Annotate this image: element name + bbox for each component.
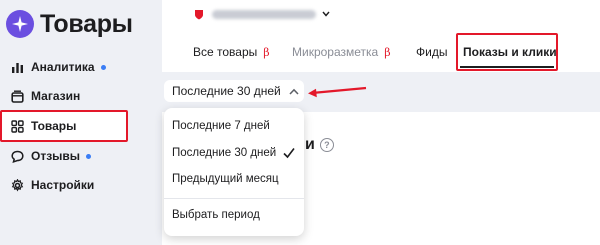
menu-item-label: Предыдущий месяц [172, 173, 279, 185]
star-logo-icon [6, 10, 34, 38]
shop-favicon-icon [195, 9, 203, 19]
shop-name-redacted [212, 9, 316, 19]
section-heading-text: и [305, 136, 315, 153]
section-heading: и ? [305, 136, 334, 154]
app-header: Товары [6, 6, 133, 42]
menu-divider [164, 198, 304, 199]
sidebar-item-label: Отзывы [31, 149, 81, 163]
menu-item-label: Последние 30 дней [172, 147, 277, 159]
chevron-down-icon [322, 11, 330, 17]
sidebar-item-store[interactable]: Магазин [10, 85, 80, 107]
menu-item-label: Последние 7 дней [172, 120, 270, 132]
period-selected-label: Последние 30 дней [172, 84, 281, 98]
chevron-up-icon [289, 88, 299, 95]
beta-badge: β [263, 45, 270, 59]
chat-bubble-icon [10, 149, 24, 163]
tab-impressions-clicks[interactable]: Показы и клики [463, 44, 557, 60]
tab-all-products[interactable]: Все товары β [193, 44, 270, 60]
notification-dot [86, 153, 92, 159]
tab-label: Все товары [193, 45, 258, 59]
grid-icon [10, 119, 24, 133]
sidebar-item-analytics[interactable]: Аналитика [10, 56, 106, 78]
menu-item-label: Выбрать период [172, 209, 260, 221]
help-icon[interactable]: ? [319, 138, 334, 152]
period-dropdown[interactable]: Последние 30 дней [164, 80, 304, 102]
app-title: Товары [40, 9, 133, 38]
beta-badge: β [384, 45, 391, 59]
checkmark-icon [283, 148, 295, 159]
sidebar-item-label: Аналитика [31, 60, 95, 74]
sidebar-item-label: Магазин [31, 89, 81, 103]
menu-item-last-7-days[interactable]: Последние 7 дней [172, 118, 270, 134]
menu-item-previous-month[interactable]: Предыдущий месяц [172, 171, 279, 187]
period-menu: Последние 7 дней Последние 30 дней Преды… [164, 108, 304, 236]
sidebar-item-label: Товары [31, 119, 77, 133]
sidebar-item-products[interactable]: Товары [10, 115, 76, 137]
notification-dot [100, 64, 106, 70]
sidebar-item-settings[interactable]: Настройки [10, 174, 94, 196]
sidebar-item-label: Настройки [31, 178, 95, 192]
bar-chart-icon [10, 60, 24, 74]
tab-label: Показы и клики [463, 45, 557, 59]
menu-item-custom-period[interactable]: Выбрать период [172, 207, 260, 223]
tab-feeds[interactable]: Фиды [416, 44, 447, 60]
menu-item-last-30-days[interactable]: Последние 30 дней [172, 145, 276, 161]
tab-label: Микроразметка [292, 45, 379, 59]
annotation-arrow-icon [308, 86, 367, 98]
tab-microdata[interactable]: Микроразметка β [292, 44, 391, 60]
tab-label: Фиды [416, 45, 448, 59]
shop-selector[interactable] [194, 6, 330, 22]
store-icon [10, 89, 24, 103]
sidebar-item-reviews[interactable]: Отзывы [10, 145, 92, 167]
gear-icon [10, 178, 24, 192]
active-tab-underline [460, 66, 554, 68]
sidebar: Товары Аналитика Магазин Товары Отзывы Н… [0, 0, 148, 245]
